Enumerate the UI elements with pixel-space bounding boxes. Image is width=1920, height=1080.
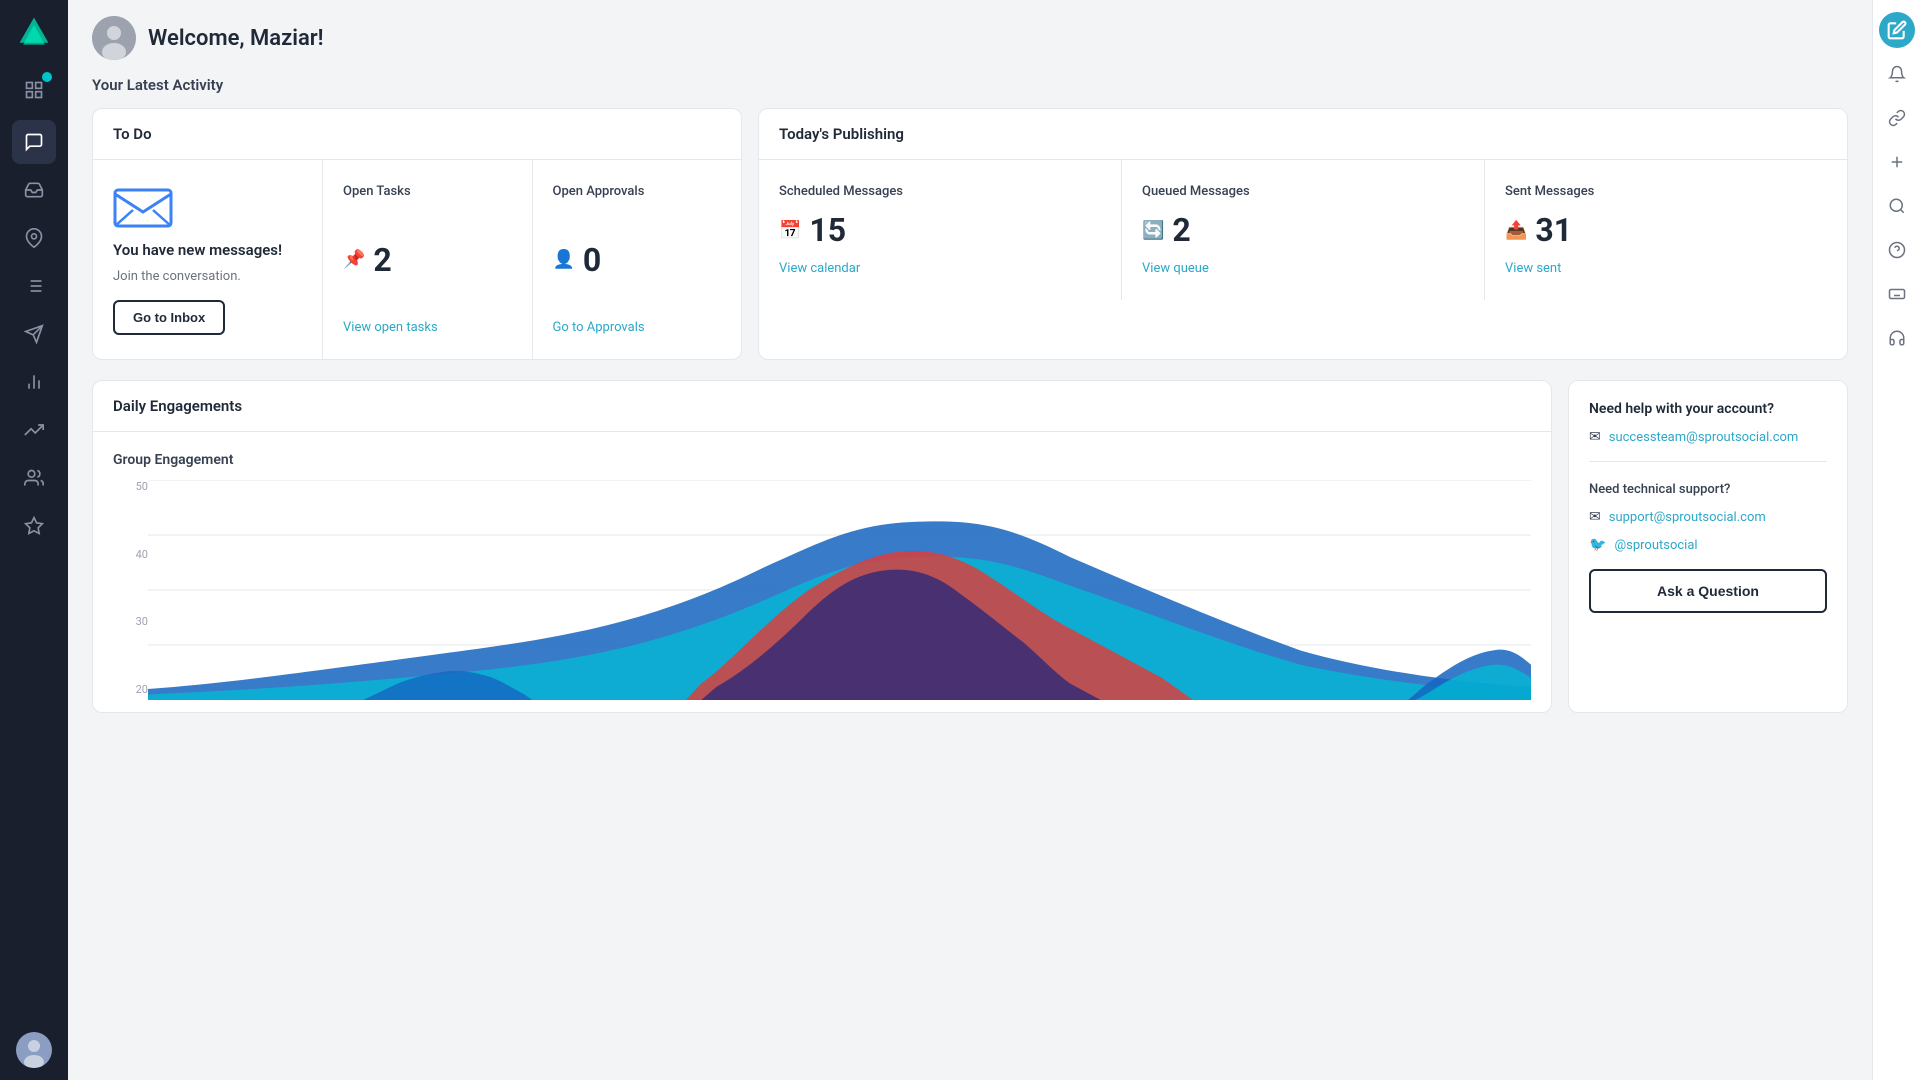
sidebar-item-inbox[interactable] [12,168,56,212]
success-team-email-link[interactable]: ✉ successteam@sproutsocial.com [1589,429,1827,445]
sidebar-item-tools[interactable] [12,456,56,500]
bottom-row: Daily Engagements Group Engagement 50 40… [92,380,1848,713]
message-cell: You have new messages! Join the conversa… [93,160,323,359]
y-label-40: 40 [113,548,148,561]
y-label-30: 30 [113,615,148,628]
compose-button[interactable] [1879,12,1915,48]
pin-icon: 📌 [343,249,365,270]
open-approvals-cell: Open Approvals 👤 0 Go to Approvals [533,160,742,359]
scheduled-messages-cell: Scheduled Messages 📅 15 View calendar [759,160,1122,300]
add-button[interactable] [1879,144,1915,180]
page-content: Your Latest Activity To Do You have ne [68,76,1872,1080]
help-card: Need help with your account? ✉ successte… [1568,380,1848,713]
view-open-tasks-link[interactable]: View open tasks [343,320,512,335]
activity-section-title: Your Latest Activity [92,76,1848,94]
user-avatar-sidebar[interactable] [16,1032,52,1068]
main-content: Welcome, Maziar! Your Latest Activity To… [68,0,1872,1080]
engagements-header: Daily Engagements [93,381,1551,432]
open-tasks-label: Open Tasks [343,184,512,199]
view-sent-link[interactable]: View sent [1505,261,1827,276]
sidebar-item-reports[interactable] [12,408,56,452]
chart-area: Group Engagement 50 40 30 20 [93,432,1551,712]
chart-svg-area [148,480,1531,700]
welcome-heading: Welcome, Maziar! [148,26,324,51]
keyboard-button[interactable] [1879,276,1915,312]
support-email-link[interactable]: ✉ support@sproutsocial.com [1589,509,1827,525]
twitter-link[interactable]: 🐦 @sproutsocial [1589,537,1827,553]
calendar-icon: 📅 [779,220,801,241]
message-title: You have new messages! [113,240,282,261]
todo-card-header: To Do [93,109,741,160]
email-icon-support: ✉ [1589,509,1601,525]
y-label-50: 50 [113,480,148,493]
help-technical-title: Need technical support? [1589,482,1827,497]
help-button[interactable] [1879,232,1915,268]
publishing-card-header: Today's Publishing [759,109,1847,160]
envelope-icon [113,184,173,232]
sidebar-item-analytics[interactable] [12,360,56,404]
chart-container: 50 40 30 20 [113,480,1531,700]
sent-icon: 📤 [1505,220,1527,241]
queue-icon: 🔄 [1142,220,1164,241]
open-tasks-value: 📌 2 [343,241,512,279]
y-axis: 50 40 30 20 [113,480,148,700]
left-sidebar [0,0,68,1080]
engagements-card: Daily Engagements Group Engagement 50 40… [92,380,1552,713]
queued-label: Queued Messages [1142,184,1464,199]
queued-value: 🔄 2 [1142,211,1464,249]
user-avatar-header [92,16,136,60]
todo-card-body: You have new messages! Join the conversa… [93,160,741,359]
open-approvals-label: Open Approvals [553,184,722,199]
sidebar-item-list[interactable] [12,264,56,308]
publishing-card: Today's Publishing Scheduled Messages 📅 … [758,108,1848,360]
open-tasks-cell: Open Tasks 📌 2 View open tasks [323,160,533,359]
search-button[interactable] [1879,188,1915,224]
ask-question-button[interactable]: Ask a Question [1589,569,1827,613]
email-icon-success: ✉ [1589,429,1601,445]
page-header: Welcome, Maziar! [68,0,1872,76]
sidebar-item-send[interactable] [12,312,56,356]
sent-label: Sent Messages [1505,184,1827,199]
go-to-inbox-button[interactable]: Go to Inbox [113,300,225,335]
publishing-card-body: Scheduled Messages 📅 15 View calendar Qu… [759,160,1847,300]
view-calendar-link[interactable]: View calendar [779,261,1101,276]
approvals-icon: 👤 [553,249,575,270]
open-approvals-value: 👤 0 [553,241,722,279]
chart-title: Group Engagement [113,452,1531,468]
todo-card: To Do You have new messages! Join the co… [92,108,742,360]
sidebar-item-grid[interactable] [12,68,56,112]
queued-messages-cell: Queued Messages 🔄 2 View queue [1122,160,1485,300]
headset-button[interactable] [1879,320,1915,356]
message-subtitle: Join the conversation. [113,269,241,284]
scheduled-value: 📅 15 [779,211,1101,249]
sidebar-item-star[interactable] [12,504,56,548]
sent-messages-cell: Sent Messages 📤 31 View sent [1485,160,1847,300]
notifications-button[interactable] [1879,56,1915,92]
view-queue-link[interactable]: View queue [1142,261,1464,276]
divider-1 [1589,461,1827,462]
right-sidebar [1872,0,1920,1080]
y-label-20: 20 [113,683,148,696]
twitter-icon: 🐦 [1589,537,1606,553]
activity-cards-row: To Do You have new messages! Join the co… [92,108,1848,360]
sent-value: 📤 31 [1505,211,1827,249]
scheduled-label: Scheduled Messages [779,184,1101,199]
link-button[interactable] [1879,100,1915,136]
sidebar-item-messages[interactable] [12,120,56,164]
help-account-title: Need help with your account? [1589,401,1827,417]
go-to-approvals-link[interactable]: Go to Approvals [553,320,722,335]
sidebar-item-pin[interactable] [12,216,56,260]
app-logo[interactable] [14,12,54,52]
